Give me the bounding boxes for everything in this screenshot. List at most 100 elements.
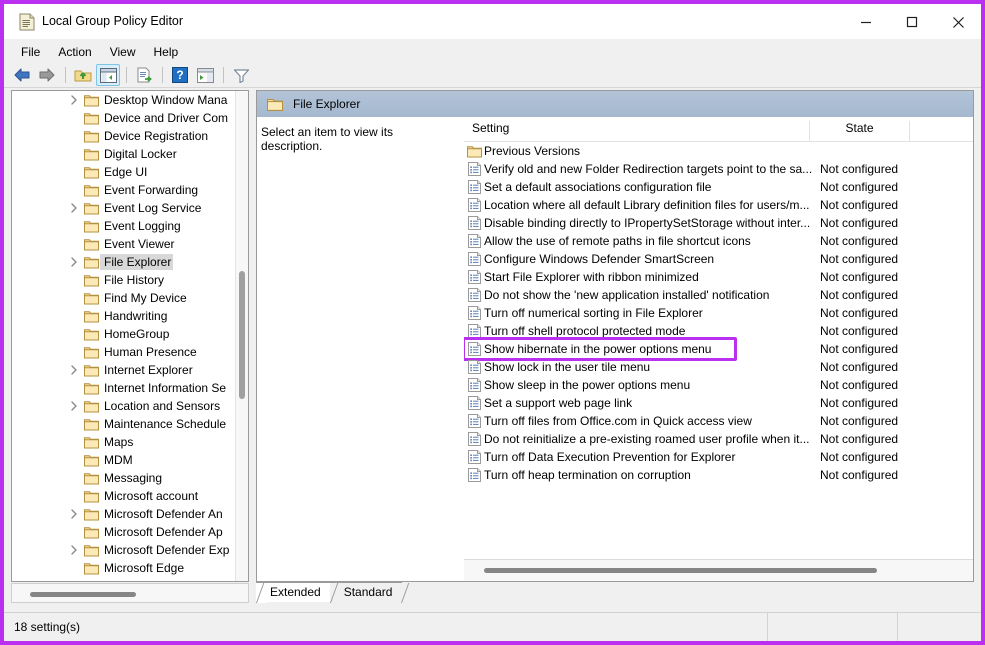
settings-row-state: Not configured xyxy=(820,396,899,410)
menu-item-view[interactable]: View xyxy=(101,43,145,61)
tree-item-human-presence[interactable]: Human Presence xyxy=(12,343,235,361)
folder-icon xyxy=(82,505,100,523)
tab-standard[interactable]: Standard xyxy=(329,582,403,602)
tree-scroll-thumb[interactable] xyxy=(239,271,245,399)
tree-item-internet-explorer[interactable]: Internet Explorer xyxy=(12,361,235,379)
tree-hscroll-thumb[interactable] xyxy=(30,592,136,597)
tree-item-maps[interactable]: Maps xyxy=(12,433,235,451)
settings-row[interactable]: Turn off numerical sorting in File Explo… xyxy=(464,304,973,322)
column-header-state[interactable]: State xyxy=(810,121,910,141)
tree-item-homegroup[interactable]: HomeGroup xyxy=(12,325,235,343)
tree-item-file-history[interactable]: File History xyxy=(12,271,235,289)
up-folder-icon[interactable] xyxy=(71,64,95,86)
settings-row[interactable]: Location where all default Library defin… xyxy=(464,196,973,214)
settings-hscroll-thumb[interactable] xyxy=(484,568,877,573)
tree-item-microsoft-account[interactable]: Microsoft account xyxy=(12,487,235,505)
tree-item-mdm[interactable]: MDM xyxy=(12,451,235,469)
tree-item-handwriting[interactable]: Handwriting xyxy=(12,307,235,325)
svg-text:?: ? xyxy=(176,68,183,82)
tree-item-microsoft-secondary-a[interactable]: Microsoft Secondary A xyxy=(12,577,235,581)
settings-row[interactable]: Do not show the 'new application install… xyxy=(464,286,973,304)
tab-extended[interactable]: Extended xyxy=(256,582,331,602)
settings-row[interactable]: Show lock in the user tile menu Not confi… xyxy=(464,358,973,376)
tree-item-internet-information-se[interactable]: Internet Information Se xyxy=(12,379,235,397)
tree-item-file-explorer[interactable]: File Explorer xyxy=(12,253,235,271)
tree-item-microsoft-edge[interactable]: Microsoft Edge xyxy=(12,559,235,577)
show-hide-action-pane-icon[interactable] xyxy=(193,64,217,86)
settings-row-name: Set a default associations configuration… xyxy=(484,180,712,194)
settings-row[interactable]: Disable binding directly to IPropertySet… xyxy=(464,214,973,232)
chevron-right-icon[interactable] xyxy=(66,541,82,559)
back-icon[interactable] xyxy=(10,64,34,86)
chevron-right-icon[interactable] xyxy=(66,361,82,379)
tree-item-microsoft-defender-exp[interactable]: Microsoft Defender Exp xyxy=(12,541,235,559)
settings-horizontal-scrollbar[interactable] xyxy=(464,559,973,581)
settings-row[interactable]: Turn off heap termination on corruption N… xyxy=(464,466,973,484)
settings-row[interactable]: Allow the use of remote paths in file sh… xyxy=(464,232,973,250)
settings-row[interactable]: Start File Explorer with ribbon minimize… xyxy=(464,268,973,286)
menu-item-action[interactable]: Action xyxy=(49,43,100,61)
policy-tree[interactable]: Desktop Window Mana Device and Driver Com… xyxy=(12,91,235,581)
window-controls xyxy=(843,4,981,40)
tree-item-maintenance-schedule[interactable]: Maintenance Schedule xyxy=(12,415,235,433)
tree-horizontal-scrollbar[interactable] xyxy=(11,583,249,603)
tree-item-microsoft-defender-an[interactable]: Microsoft Defender An xyxy=(12,505,235,523)
tree-item-event-log-service[interactable]: Event Log Service xyxy=(12,199,235,217)
folder-icon xyxy=(82,253,100,271)
column-header-setting[interactable]: Setting xyxy=(464,121,810,141)
settings-row-state: Not configured xyxy=(820,450,899,464)
menu-item-help[interactable]: Help xyxy=(145,43,188,61)
chevron-right-icon[interactable] xyxy=(66,253,82,271)
chevron-right-icon[interactable] xyxy=(66,199,82,217)
export-list-icon[interactable] xyxy=(132,64,156,86)
tree-vertical-scrollbar[interactable] xyxy=(235,91,248,581)
tree-item-label: Location and Sensors xyxy=(104,399,221,413)
tree-item-edge-ui[interactable]: Edge UI xyxy=(12,163,235,181)
help-icon[interactable]: ? xyxy=(168,64,192,86)
tree-item-event-forwarding[interactable]: Event Forwarding xyxy=(12,181,235,199)
show-hide-console-tree-icon[interactable] xyxy=(96,64,120,86)
tree-item-location-and-sensors[interactable]: Location and Sensors xyxy=(12,397,235,415)
tree-item-device-and-driver-com[interactable]: Device and Driver Com xyxy=(12,109,235,127)
tree-item-event-logging[interactable]: Event Logging xyxy=(12,217,235,235)
chevron-right-icon[interactable] xyxy=(66,91,82,109)
settings-row-state: Not configured xyxy=(820,414,899,428)
settings-row[interactable]: Turn off shell protocol protected mode No… xyxy=(464,322,973,340)
tree-item-event-viewer[interactable]: Event Viewer xyxy=(12,235,235,253)
settings-row[interactable]: Do not reinitialize a pre-existing roame… xyxy=(464,430,973,448)
maximize-button[interactable] xyxy=(889,4,935,40)
tree-item-label: Microsoft Edge xyxy=(104,561,185,575)
forward-icon[interactable] xyxy=(35,64,59,86)
tree-item-messaging[interactable]: Messaging xyxy=(12,469,235,487)
policy-setting-icon xyxy=(464,198,484,212)
settings-row[interactable]: Set a default associations configuration… xyxy=(464,178,973,196)
menu-item-file[interactable]: File xyxy=(12,43,49,61)
close-button[interactable] xyxy=(935,4,981,40)
settings-list[interactable]: Previous Versions Verify old and new Fold… xyxy=(464,142,973,557)
settings-row[interactable]: Set a support web page link Not configure… xyxy=(464,394,973,412)
tree-item-find-my-device[interactable]: Find My Device xyxy=(12,289,235,307)
settings-row[interactable]: Verify old and new Folder Redirection ta… xyxy=(464,160,973,178)
tree-item-desktop-window-mana[interactable]: Desktop Window Mana xyxy=(12,91,235,109)
tree-item-device-registration[interactable]: Device Registration xyxy=(12,127,235,145)
settings-row[interactable]: Previous Versions xyxy=(464,142,973,160)
settings-row[interactable]: Turn off files from Office.com in Quick … xyxy=(464,412,973,430)
filter-icon[interactable] xyxy=(229,64,253,86)
settings-row[interactable]: Show sleep in the power options menu Not … xyxy=(464,376,973,394)
settings-row[interactable]: Show hibernate in the power options menu… xyxy=(464,340,973,358)
policy-setting-icon xyxy=(464,270,484,284)
minimize-button[interactable] xyxy=(843,4,889,40)
toolbar: ? xyxy=(4,63,981,88)
folder-icon xyxy=(82,289,100,307)
chevron-right-icon[interactable] xyxy=(66,397,82,415)
settings-row-name: Configure Windows Defender SmartScreen xyxy=(484,252,715,266)
settings-row[interactable]: Turn off Data Execution Prevention for E… xyxy=(464,448,973,466)
chevron-right-icon[interactable] xyxy=(66,505,82,523)
settings-row[interactable]: Configure Windows Defender SmartScreen No… xyxy=(464,250,973,268)
tree-item-microsoft-defender-ap[interactable]: Microsoft Defender Ap xyxy=(12,523,235,541)
tree-item-digital-locker[interactable]: Digital Locker xyxy=(12,145,235,163)
policy-setting-icon xyxy=(464,378,484,392)
